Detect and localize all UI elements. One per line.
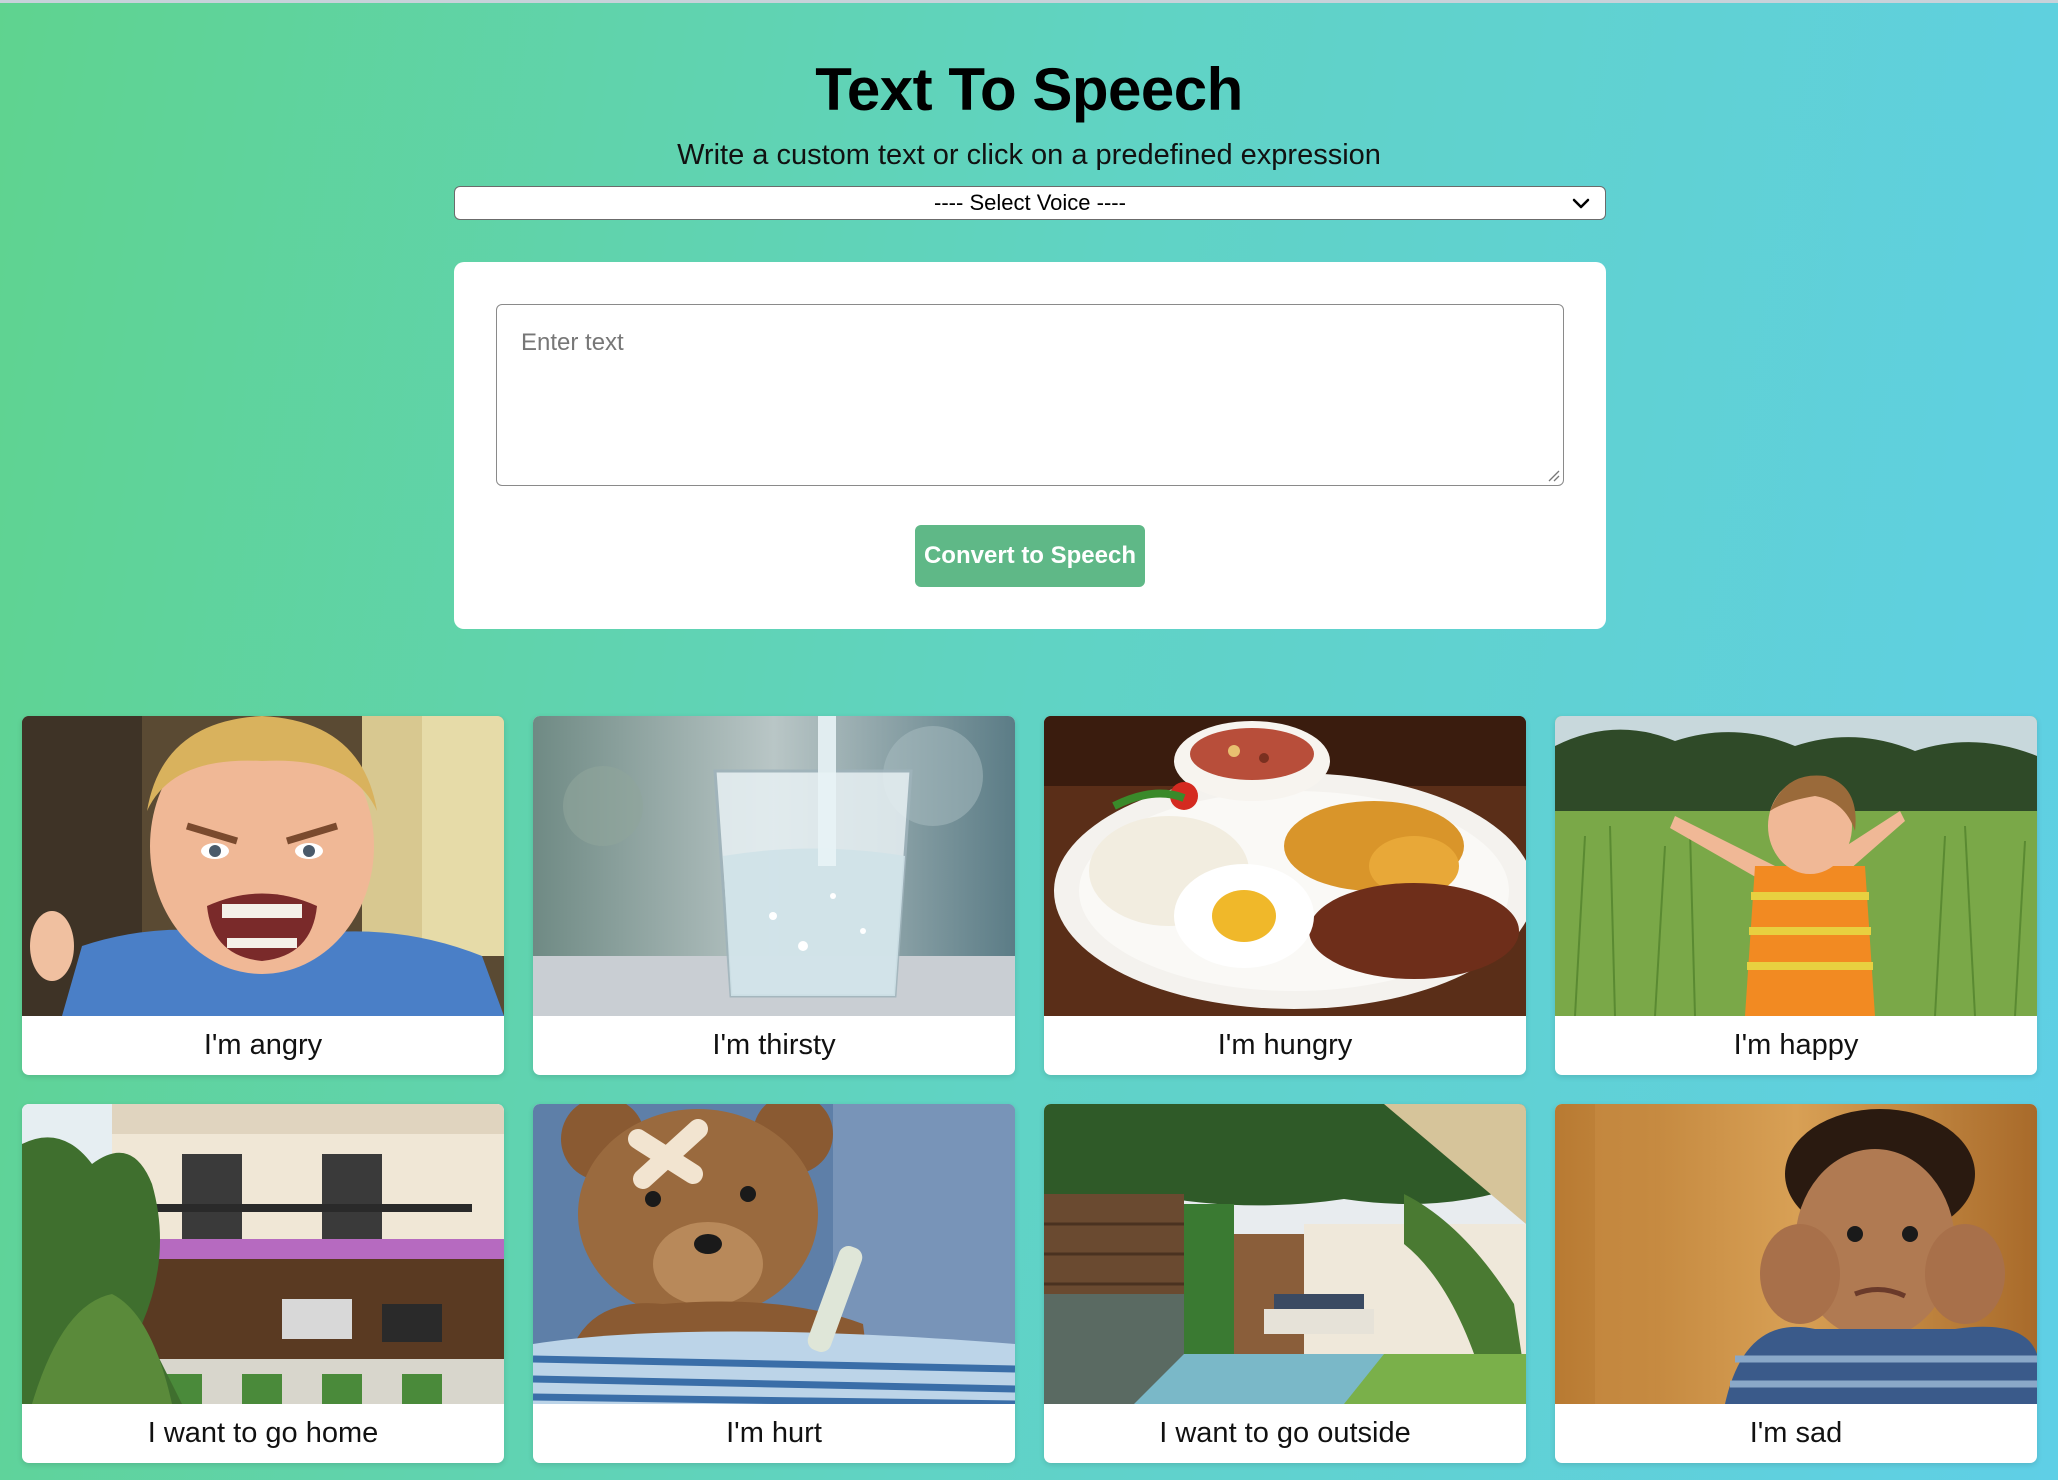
expression-label: I want to go outside <box>1159 1417 1411 1449</box>
expression-label: I'm hungry <box>1217 1029 1353 1061</box>
expression-label: I want to go home <box>147 1417 379 1449</box>
sad-child-photo <box>1555 1104 2037 1404</box>
happy-child-in-field-photo <box>1555 716 2037 1016</box>
expression-card-thirsty[interactable]: I'm thirsty <box>533 716 1015 1075</box>
expression-card-outside[interactable]: I want to go outside <box>1044 1104 1526 1463</box>
convert-to-speech-button[interactable]: Convert to Speech <box>915 525 1145 587</box>
text-input[interactable] <box>496 304 1564 486</box>
expression-label: I'm thirsty <box>712 1029 836 1061</box>
expression-card-hungry[interactable]: I'm hungry <box>1044 716 1526 1075</box>
glass-of-water-photo <box>533 716 1015 1016</box>
expression-card-angry[interactable]: I'm angry <box>22 716 504 1075</box>
page-subtitle: Write a custom text or click on a predef… <box>677 139 1381 171</box>
expression-label: I'm sad <box>1749 1417 1843 1449</box>
top-border <box>0 0 2058 3</box>
expression-label: I'm hurt <box>726 1417 822 1449</box>
text-input-panel: Convert to Speech <box>454 262 1606 629</box>
expression-label: I'm angry <box>203 1029 323 1061</box>
house-photo <box>22 1104 504 1404</box>
garden-patio-photo <box>1044 1104 1526 1404</box>
expression-card-happy[interactable]: I'm happy <box>1555 716 2037 1075</box>
expression-card-hurt[interactable]: I'm hurt <box>533 1104 1015 1463</box>
page-header: Text To Speech Write a custom text or cl… <box>0 55 2058 173</box>
resize-handle-icon[interactable] <box>1548 470 1560 482</box>
page-title: Text To Speech <box>815 56 1243 123</box>
angry-child-photo <box>22 716 504 1016</box>
chevron-down-icon <box>1572 198 1590 209</box>
expression-label: I'm happy <box>1733 1029 1859 1061</box>
expression-grid: I'm angry I'm thirsty I'm hungry I'm hap… <box>22 716 2038 1463</box>
bandaged-teddy-bear-photo <box>533 1104 1015 1404</box>
plate-of-food-photo <box>1044 716 1526 1016</box>
voice-select-value: ---- Select Voice ---- <box>934 190 1126 215</box>
expression-card-sad[interactable]: I'm sad <box>1555 1104 2037 1463</box>
expression-card-home[interactable]: I want to go home <box>22 1104 504 1463</box>
voice-select-dropdown[interactable]: ---- Select Voice ---- <box>454 186 1606 220</box>
